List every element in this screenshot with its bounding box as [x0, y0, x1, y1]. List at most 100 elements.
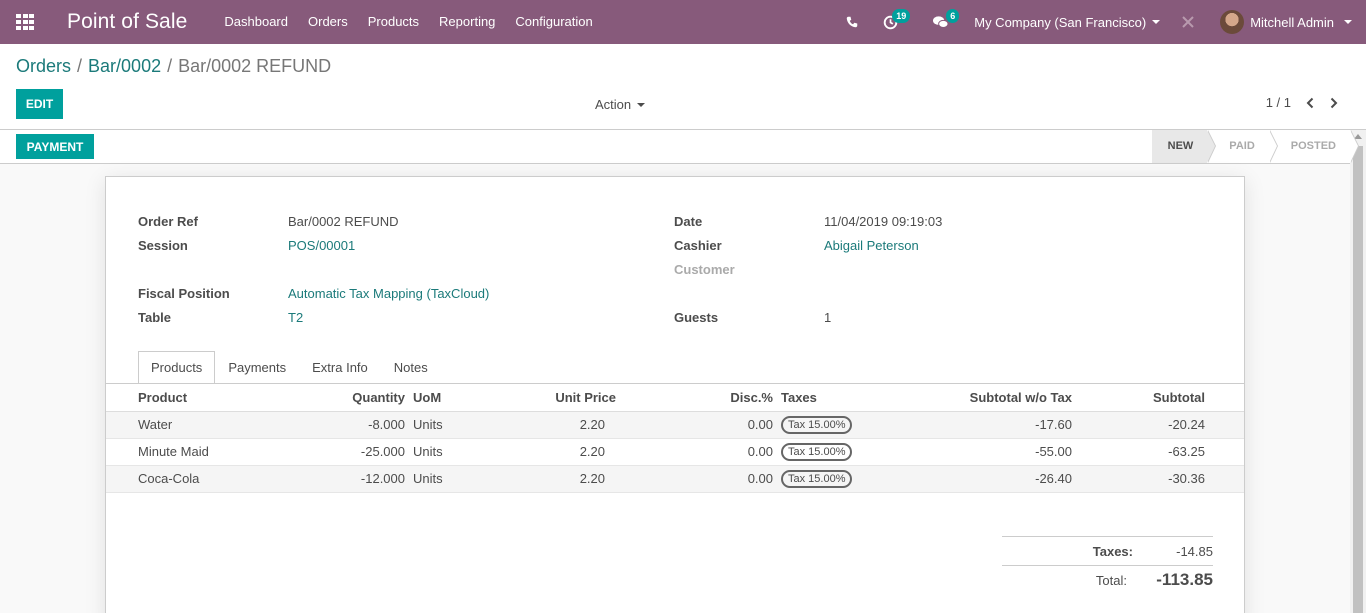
company-name: My Company (San Francisco)	[974, 14, 1147, 30]
table-row[interactable]: Coca-Cola -12.000 Units 2.20 0.00 Tax 15…	[106, 465, 1244, 493]
menu-item-products[interactable]: Products	[358, 0, 429, 44]
activity-count-badge: 19	[892, 9, 911, 23]
taxes-total-value: -14.85	[1176, 543, 1213, 559]
pager-value[interactable]: 1 / 1	[1266, 95, 1291, 110]
tab-products[interactable]: Products	[138, 351, 216, 384]
line-discount: 0.00	[620, 438, 777, 466]
customer-label: Customer	[674, 262, 735, 277]
action-label: Action	[595, 97, 632, 112]
grand-total-label: Total:	[1095, 572, 1127, 588]
breadcrumb-parent-order[interactable]: Bar/0002	[88, 56, 161, 77]
line-subtotal-wo-tax: -26.40	[886, 465, 1076, 493]
table-row[interactable]: Minute Maid -25.000 Units 2.20 0.00 Tax …	[106, 438, 1244, 466]
chevron-down-icon	[1152, 20, 1161, 24]
line-unit-price: 2.20	[479, 411, 620, 439]
tax-badge: Tax 15.00%	[781, 469, 853, 488]
tab-extra-info[interactable]: Extra Info	[299, 351, 381, 383]
menu-item-dashboard[interactable]: Dashboard	[214, 0, 298, 44]
col-taxes[interactable]: Taxes	[777, 384, 886, 412]
line-discount: 0.00	[620, 411, 777, 439]
navbar-systray: 19 6 My Company (San Francisco) Mitchell…	[836, 0, 1366, 44]
chevron-down-icon	[637, 102, 646, 107]
breadcrumb-orders[interactable]: Orders	[16, 56, 71, 77]
form-sheet: Order Ref Bar/0002 REFUND Session POS/00…	[105, 176, 1245, 613]
chevron-right-icon[interactable]	[1329, 97, 1339, 109]
avatar	[1220, 10, 1245, 34]
phone-icon[interactable]	[836, 0, 868, 44]
breadcrumb: Orders / Bar/0002 / Bar/0002 REFUND	[16, 56, 332, 77]
apps-menu-icon[interactable]	[0, 0, 50, 44]
main-menu: Dashboard Orders Products Reporting Conf…	[214, 0, 602, 44]
table-link[interactable]: T2	[288, 310, 303, 325]
taxes-total-label: Taxes:	[1092, 543, 1133, 559]
payment-button[interactable]: PAYMENT	[16, 134, 94, 159]
stage-posted[interactable]: POSTED	[1269, 130, 1360, 163]
date-label: Date	[674, 214, 703, 229]
order-lines-table: Product Quantity UoM Unit Price Disc.% T…	[106, 384, 1244, 493]
cashier-link[interactable]: Abigail Peterson	[824, 238, 919, 253]
col-product[interactable]: Product	[106, 384, 281, 412]
table-header-row: Product Quantity UoM Unit Price Disc.% T…	[106, 384, 1244, 412]
guests-label: Guests	[674, 310, 719, 325]
line-subtotal: -63.25	[1076, 438, 1209, 466]
table-row[interactable]: Water -8.000 Units 2.20 0.00 Tax 15.00% …	[106, 411, 1244, 439]
line-uom: Units	[409, 411, 479, 439]
line-unit-price: 2.20	[479, 438, 620, 466]
fiscal-position-link[interactable]: Automatic Tax Mapping (TaxCloud)	[288, 286, 489, 301]
line-subtotal-wo-tax: -55.00	[886, 438, 1076, 466]
pager: 1 / 1	[1266, 95, 1339, 110]
line-uom: Units	[409, 438, 479, 466]
app-brand[interactable]: Point of Sale	[67, 10, 187, 34]
order-ref-label: Order Ref	[138, 214, 198, 229]
messages-count-badge: 6	[946, 9, 960, 23]
messages-icon[interactable]: 6	[924, 0, 960, 44]
action-dropdown[interactable]: Action	[595, 97, 646, 112]
line-product: Minute Maid	[106, 438, 281, 466]
line-subtotal: -30.36	[1076, 465, 1209, 493]
col-discount[interactable]: Disc.%	[620, 384, 777, 412]
col-unit-price[interactable]: Unit Price	[479, 384, 620, 412]
activity-clock-icon[interactable]: 19	[874, 0, 911, 44]
order-totals: Taxes: -14.85 Total: -113.85	[1002, 536, 1213, 594]
tab-notes[interactable]: Notes	[381, 351, 441, 383]
fiscal-position-label: Fiscal Position	[138, 286, 230, 301]
status-bar: PAYMENT NEW PAID POSTED	[0, 130, 1360, 164]
company-switcher[interactable]: My Company (San Francisco)	[974, 14, 1161, 30]
session-link[interactable]: POS/00001	[288, 238, 355, 253]
col-subtotal-wo-tax[interactable]: Subtotal w/o Tax	[886, 384, 1076, 412]
close-icon[interactable]	[1178, 16, 1198, 28]
line-product: Water	[106, 411, 281, 439]
stage-pipeline: NEW PAID POSTED	[1151, 130, 1360, 163]
breadcrumb-current: Bar/0002 REFUND	[178, 56, 332, 76]
user-name: Mitchell Admin	[1250, 14, 1334, 30]
line-subtotal-wo-tax: -17.60	[886, 411, 1076, 439]
chevron-down-icon	[1344, 20, 1352, 24]
menu-item-configuration[interactable]: Configuration	[505, 0, 602, 44]
edit-button[interactable]: EDIT	[16, 89, 63, 119]
tab-payments[interactable]: Payments	[215, 351, 299, 383]
line-discount: 0.00	[620, 465, 777, 493]
col-uom[interactable]: UoM	[409, 384, 479, 412]
line-quantity: -25.000	[281, 438, 409, 466]
grand-total-value: -113.85	[1156, 570, 1213, 589]
stage-new[interactable]: NEW	[1151, 130, 1216, 163]
date-value: 11/04/2019 09:19:03	[824, 214, 943, 229]
top-navbar: Point of Sale Dashboard Orders Products …	[0, 0, 1366, 44]
col-quantity[interactable]: Quantity	[281, 384, 409, 412]
guests-value: 1	[824, 310, 832, 325]
tax-badge: Tax 15.00%	[781, 415, 853, 434]
line-product: Coca-Cola	[106, 465, 281, 493]
line-quantity: -8.000	[281, 411, 409, 439]
scroll-thumb[interactable]	[1353, 146, 1363, 613]
chevron-left-icon[interactable]	[1305, 97, 1315, 109]
user-menu[interactable]: Mitchell Admin	[1220, 10, 1352, 34]
line-uom: Units	[409, 465, 479, 493]
line-unit-price: 2.20	[479, 465, 620, 493]
notebook-tabs: Products Payments Extra Info Notes	[138, 351, 441, 384]
table-label: Table	[138, 310, 171, 325]
scrollbar[interactable]	[1350, 130, 1366, 613]
menu-item-reporting[interactable]: Reporting	[429, 0, 505, 44]
menu-item-orders[interactable]: Orders	[298, 0, 358, 44]
stage-paid[interactable]: PAID	[1207, 130, 1279, 163]
col-subtotal[interactable]: Subtotal	[1076, 384, 1209, 412]
